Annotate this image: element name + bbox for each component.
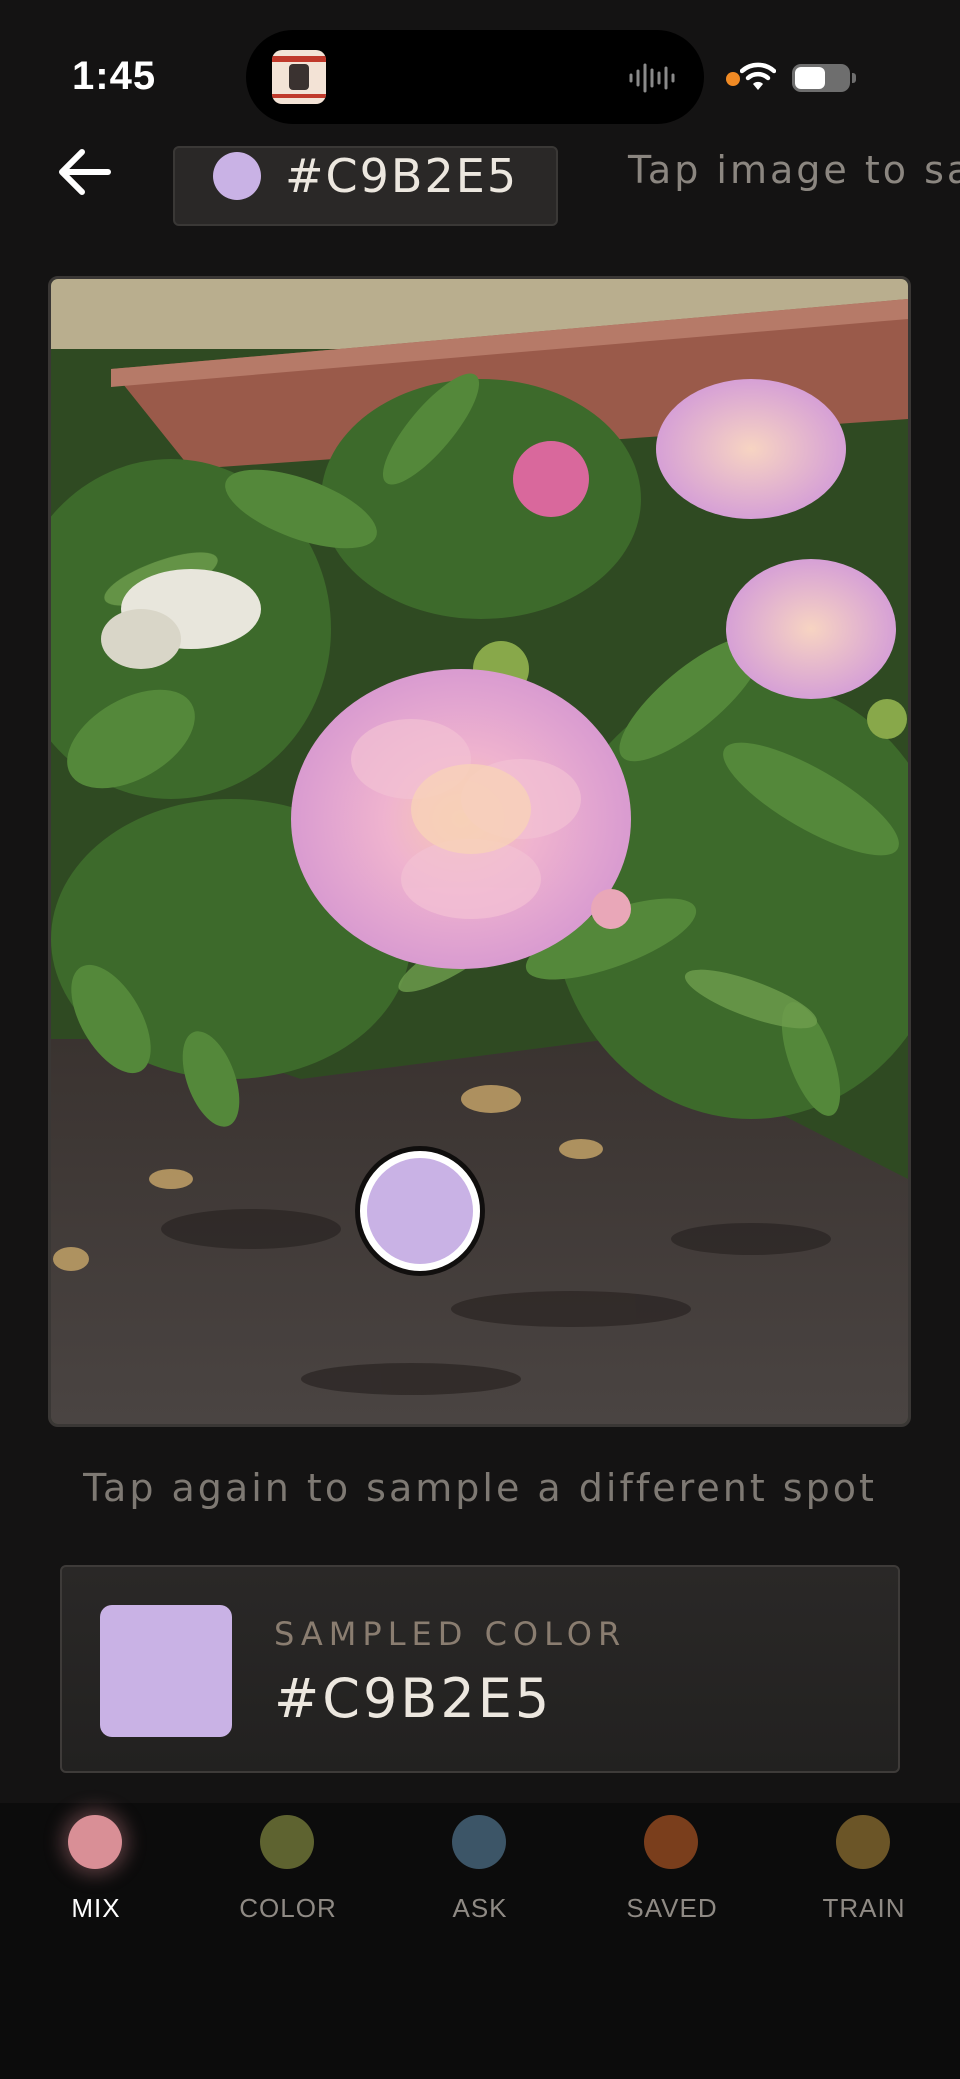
wifi-icon: [740, 62, 776, 90]
status-bar: 1:45: [0, 0, 960, 150]
nav-label-saved: SAVED: [626, 1893, 718, 1923]
nav-label-color: COLOR: [239, 1893, 337, 1923]
selected-color-chip[interactable]: #C9B2E5: [173, 146, 558, 226]
sample-point-marker[interactable]: [360, 1151, 480, 1271]
ask-dot-icon: [452, 1815, 506, 1869]
nav-item-color[interactable]: COLOR: [192, 1803, 384, 1943]
waveform-icon: [629, 63, 675, 93]
nav-item-mix[interactable]: MIX: [0, 1803, 192, 1943]
nav-item-ask[interactable]: ASK: [384, 1803, 576, 1943]
sampled-color-swatch: [100, 1605, 232, 1737]
top-hint-container: Tap image to sa: [620, 140, 960, 200]
back-button[interactable]: [52, 140, 116, 204]
sampled-color-hex: #C9B2E5: [274, 1667, 553, 1730]
sampled-color-label: SAMPLED COLOR: [274, 1615, 627, 1653]
selected-color-dot: [213, 152, 261, 200]
mic-indicator-icon: [726, 72, 740, 86]
nav-item-train[interactable]: TRAIN: [768, 1803, 960, 1943]
now-playing-app-icon: [272, 50, 326, 104]
bottom-nav: MIX COLOR ASK SAVED TRAIN: [0, 1803, 960, 2079]
nav-label-ask: ASK: [452, 1893, 508, 1923]
top-hint-text: Tap image to sa: [628, 148, 960, 192]
peony-photo-image: [51, 279, 908, 1424]
nav-label-mix: MIX: [71, 1893, 121, 1923]
sampled-color-card[interactable]: SAMPLED COLOR #C9B2E5: [60, 1565, 900, 1773]
nav-item-saved[interactable]: SAVED: [576, 1803, 768, 1943]
train-dot-icon: [836, 1815, 890, 1869]
battery-icon: [792, 64, 856, 92]
saved-dot-icon: [644, 1815, 698, 1869]
sample-photo[interactable]: [48, 276, 911, 1427]
nav-label-train: TRAIN: [822, 1893, 906, 1923]
mix-dot-icon: [68, 1815, 122, 1869]
color-dot-icon: [260, 1815, 314, 1869]
status-time: 1:45: [72, 54, 157, 98]
bottom-hint-text: Tap again to sample a different spot: [83, 1466, 877, 1510]
back-arrow-icon: [59, 149, 111, 195]
selected-color-hex: #C9B2E5: [285, 149, 519, 203]
